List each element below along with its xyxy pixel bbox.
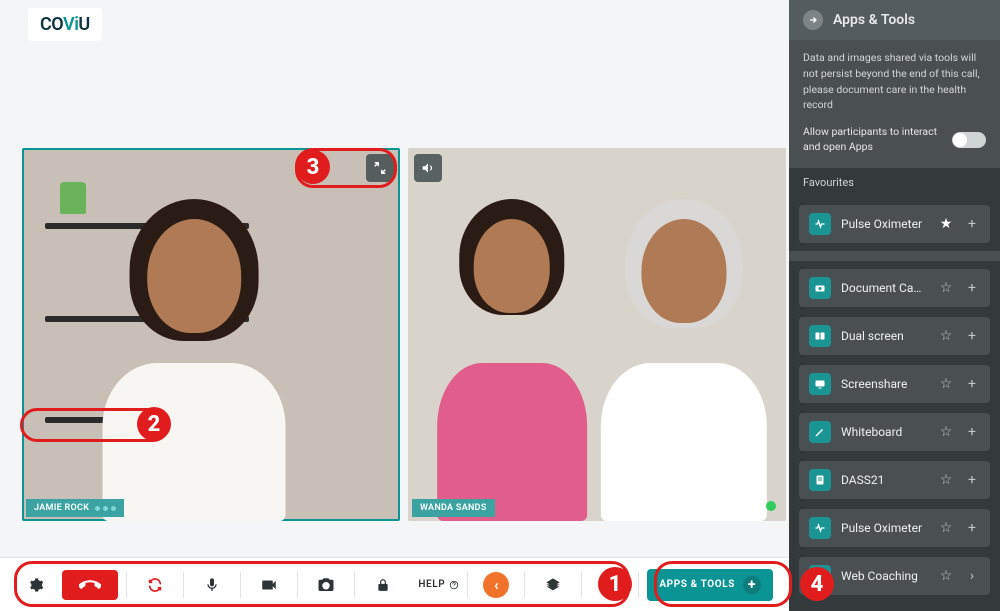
star-icon[interactable]: ☆: [938, 568, 954, 584]
tool-label: Web Coaching: [841, 569, 928, 583]
form-icon: [809, 469, 831, 491]
annotation-2: 2: [137, 407, 171, 441]
annotation-3: 3: [296, 150, 330, 184]
tool-item-whiteboard[interactable]: Whiteboard ☆ +: [799, 413, 990, 451]
add-icon[interactable]: +: [964, 424, 980, 440]
tool-label: Whiteboard: [841, 425, 928, 439]
presence-dot-icon: [766, 501, 776, 511]
add-icon[interactable]: +: [964, 328, 980, 344]
annotation-box-1: [14, 561, 630, 607]
logo-post: U: [78, 14, 89, 35]
add-icon[interactable]: +: [964, 280, 980, 296]
video-stage: JAMIE ROCK WANDA SANDS: [22, 148, 786, 521]
add-icon[interactable]: +: [964, 472, 980, 488]
tool-item-dual-screen[interactable]: Dual screen ☆ +: [799, 317, 990, 355]
sidebar-title: Apps & Tools: [833, 12, 915, 28]
allow-interact-toggle[interactable]: [952, 132, 986, 148]
chevron-right-icon[interactable]: ›: [964, 568, 980, 584]
tool-item-pulse-oximeter-fav[interactable]: Pulse Oximeter ★ +: [799, 205, 990, 243]
annotation-box-4: [654, 561, 792, 607]
tool-label: Pulse Oximeter: [841, 217, 928, 231]
brand-logo: COViU: [28, 8, 102, 41]
annotation-1: 1: [598, 567, 632, 601]
tool-label: Screenshare: [841, 377, 928, 391]
pulse-icon: [809, 213, 831, 235]
star-icon[interactable]: ☆: [938, 472, 954, 488]
arrow-right-icon[interactable]: [803, 10, 823, 30]
tool-label: Document Camera: [841, 281, 928, 295]
video-tile-remote[interactable]: WANDA SANDS: [408, 148, 786, 521]
pen-icon: [809, 421, 831, 443]
tool-item-pulse-oximeter[interactable]: Pulse Oximeter ☆ +: [799, 509, 990, 547]
add-icon[interactable]: +: [964, 216, 980, 232]
star-icon[interactable]: ☆: [938, 280, 954, 296]
star-icon[interactable]: ☆: [938, 520, 954, 536]
pulse-icon: [809, 517, 831, 539]
star-icon[interactable]: ☆: [938, 376, 954, 392]
video-placeholder: [22, 148, 400, 521]
favourites-list: Pulse Oximeter ★ +: [789, 197, 1000, 251]
video-tile-self[interactable]: JAMIE ROCK: [22, 148, 400, 521]
sidebar-toggle-row: Allow participants to interact and open …: [789, 119, 1000, 168]
participant-name-label: JAMIE ROCK: [34, 503, 89, 513]
sidebar-disclaimer: Data and images shared via tools will no…: [789, 40, 1000, 119]
participant-name-remote: WANDA SANDS: [412, 499, 495, 517]
screenshare-icon: [809, 373, 831, 395]
logo-mid: Vi: [63, 14, 78, 35]
participant-name-label: WANDA SANDS: [420, 503, 487, 513]
tools-list: Document Camera ☆ + Dual screen ☆ + Scre…: [789, 261, 1000, 611]
toggle-label: Allow participants to interact and open …: [803, 125, 944, 154]
add-icon[interactable]: +: [964, 520, 980, 536]
tool-item-dass21[interactable]: DASS21 ☆ +: [799, 461, 990, 499]
camera-icon: [809, 277, 831, 299]
logo-pre: CO: [40, 14, 63, 35]
video-placeholder: [408, 148, 786, 521]
star-icon[interactable]: ☆: [938, 424, 954, 440]
apps-tools-sidebar: Apps & Tools Data and images shared via …: [789, 0, 1000, 611]
tool-item-document-camera[interactable]: Document Camera ☆ +: [799, 269, 990, 307]
sidebar-header: Apps & Tools: [789, 0, 1000, 40]
star-icon[interactable]: ★: [938, 216, 954, 232]
speaker-icon[interactable]: [414, 154, 442, 182]
tool-label: Dual screen: [841, 329, 928, 343]
tool-label: Pulse Oximeter: [841, 521, 928, 535]
dual-screen-icon: [809, 325, 831, 347]
annotation-4: 4: [800, 567, 834, 601]
star-icon[interactable]: ☆: [938, 328, 954, 344]
participant-name-self: JAMIE ROCK: [26, 499, 124, 517]
tool-item-screenshare[interactable]: Screenshare ☆ +: [799, 365, 990, 403]
tool-label: DASS21: [841, 473, 928, 487]
favourites-title: Favourites: [789, 168, 1000, 197]
audio-level-icon: [95, 506, 116, 511]
add-icon[interactable]: +: [964, 376, 980, 392]
